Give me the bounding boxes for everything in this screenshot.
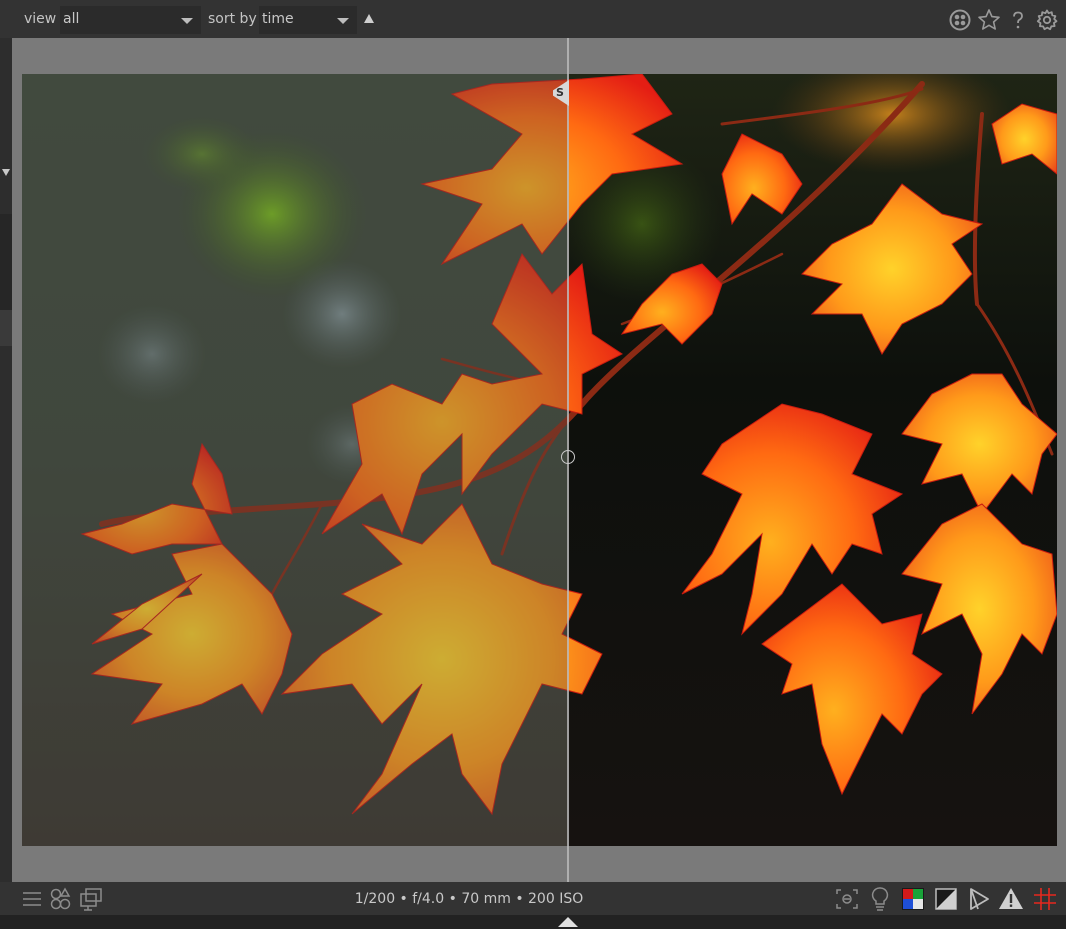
- bottom-panel-collapsed: [0, 915, 1066, 929]
- expand-left-panel-icon[interactable]: [2, 169, 10, 176]
- darkroom-center-view: S: [12, 38, 1066, 882]
- color-assessment-icon[interactable]: [900, 886, 926, 912]
- bottom-toolbar: 1/200 • f/4.0 • 70 mm • 200 ISO: [0, 882, 1066, 915]
- left-panel-section: [0, 214, 12, 310]
- gamut-check-icon[interactable]: [966, 886, 992, 912]
- sort-select[interactable]: time: [259, 6, 357, 34]
- left-panel-collapsed: [0, 38, 12, 882]
- star-icon[interactable]: [977, 8, 1001, 32]
- help-icon[interactable]: [1006, 8, 1030, 32]
- sort-direction-icon[interactable]: [364, 14, 374, 23]
- sort-select-value: time: [262, 11, 294, 27]
- focus-peaking-icon[interactable]: [834, 886, 860, 912]
- view-select-value: all: [63, 11, 80, 27]
- split-view-badge-label: S: [556, 86, 564, 99]
- chevron-down-icon: [337, 18, 349, 24]
- overexposure-warning-icon[interactable]: [998, 886, 1024, 912]
- left-panel-section-active: [0, 310, 12, 346]
- view-label: view: [24, 11, 57, 27]
- guides-icon[interactable]: [1032, 886, 1058, 912]
- photo-preview[interactable]: [22, 74, 1057, 846]
- settings-icon[interactable]: [1035, 8, 1059, 32]
- expand-bottom-panel-icon[interactable]: [558, 917, 578, 927]
- bulb-icon[interactable]: [867, 886, 893, 912]
- softproof-icon[interactable]: [933, 886, 959, 912]
- top-toolbar: view all sort by time: [0, 0, 1066, 38]
- exif-info: 1/200 • f/4.0 • 70 mm • 200 ISO: [354, 891, 584, 907]
- chevron-down-icon: [181, 18, 193, 24]
- split-rotate-handle[interactable]: [561, 450, 575, 464]
- view-select[interactable]: all: [60, 6, 201, 34]
- sort-label: sort by: [208, 11, 257, 27]
- color-labels-icon[interactable]: [948, 8, 972, 32]
